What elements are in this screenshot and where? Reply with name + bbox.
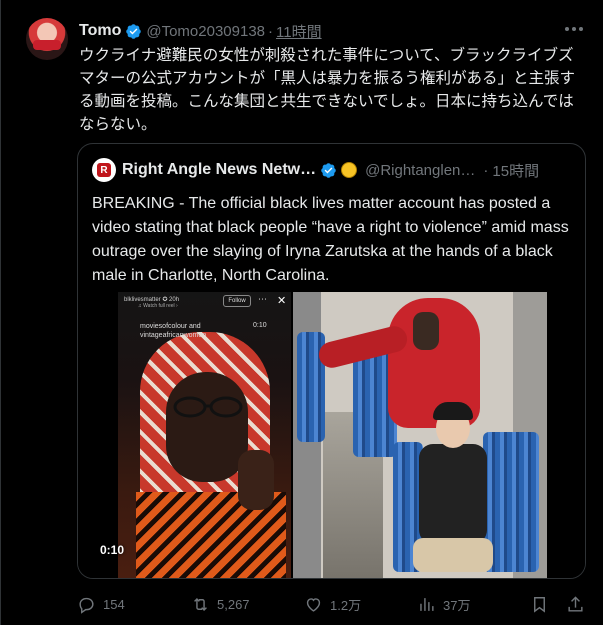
author-name[interactable]: Tomo [79,22,121,40]
ig-more-icon: ⋯ [258,294,267,304]
quoted-avatar-logo: R [97,163,111,177]
video-duration: 0:10 [100,543,125,557]
glasses-shape [173,396,243,418]
author-avatar[interactable] [26,18,68,60]
author-handle[interactable]: @Tomo20309138 [146,23,265,40]
views-count: 37万 [443,597,471,613]
hooded-figure-face-shape [413,312,439,350]
seated-person-shape [419,444,487,544]
heart-icon [306,597,321,612]
repost-icon [194,597,207,611]
tweet-header: Tomo @Tomo20309138 · 11時間 [79,20,322,42]
bookmark-icon [534,596,545,613]
repost-button[interactable]: 5,267 [191,592,250,616]
reply-button[interactable]: 154 [77,592,125,616]
tweet-card[interactable]: Tomo @Tomo20309138 · 11時間 ウクライナ避難民の女性が刺殺… [0,0,603,625]
verified-badge-icon [126,23,142,39]
quoted-tweet-header: R Right Angle News Netw… @Rightanglen… ·… [92,158,539,182]
ig-close-icon: ✕ [277,295,287,307]
quoted-author-handle[interactable]: @Rightanglen… [365,162,475,179]
quoted-separator-dot: · [483,161,489,179]
ig-timer: 0:10 [253,322,267,329]
separator-dot: · [268,22,274,40]
share-button[interactable] [566,592,585,616]
views-button[interactable]: 37万 [417,592,470,616]
train-cctv-frame [293,292,547,578]
quoted-author-name[interactable]: Right Angle News Netw… [122,161,316,179]
cap-shape [433,402,473,420]
ig-caption-line: moviesofcolour and [140,323,201,330]
quoted-timestamp[interactable]: 15時間 [492,160,539,181]
share-icon [568,595,583,612]
ig-follow-button: Follow [223,295,251,307]
hand-shape [238,450,274,510]
ig-sub-label: ♫ Watch full reel › [138,303,178,309]
action-bar: 154 5,267 1.2万 37万 [77,592,587,616]
quoted-author-avatar[interactable]: R [92,158,116,182]
ig-caption: moviesofcolour and vintageafricanwomen [140,322,206,340]
like-button[interactable]: 1.2万 [304,592,361,616]
affiliate-badge-icon [341,162,358,178]
reply-count: 154 [103,596,125,612]
quoted-verified-badge-icon [321,162,336,178]
quoted-tweet[interactable]: R Right Angle News Netw… @Rightanglen… ·… [77,143,586,579]
video-media[interactable]: blklivesmatter ✪ 20h ♫ Watch full reel ›… [78,292,585,578]
face-shape [166,372,248,482]
like-count: 1.2万 [330,597,362,613]
bookmark-button[interactable] [530,592,549,616]
reply-icon [79,597,94,614]
more-options-icon[interactable] [562,17,586,41]
tweet-timestamp[interactable]: 11時間 [276,21,322,42]
repost-count: 5,267 [217,596,250,612]
shorts-shape [413,538,493,572]
ig-caption-line: vintageafricanwomen [140,332,207,339]
instagram-reel-frame: blklivesmatter ✪ 20h ♫ Watch full reel ›… [118,292,291,578]
ig-account-label: blklivesmatter ✪ 20h [124,297,180,303]
analytics-icon [420,597,434,611]
quoted-tweet-text: BREAKING - The official black lives matt… [92,195,569,284]
tweet-text: ウクライナ避難民の女性が刺殺された事件について、ブラックライブズマターの公式アカ… [79,47,576,133]
